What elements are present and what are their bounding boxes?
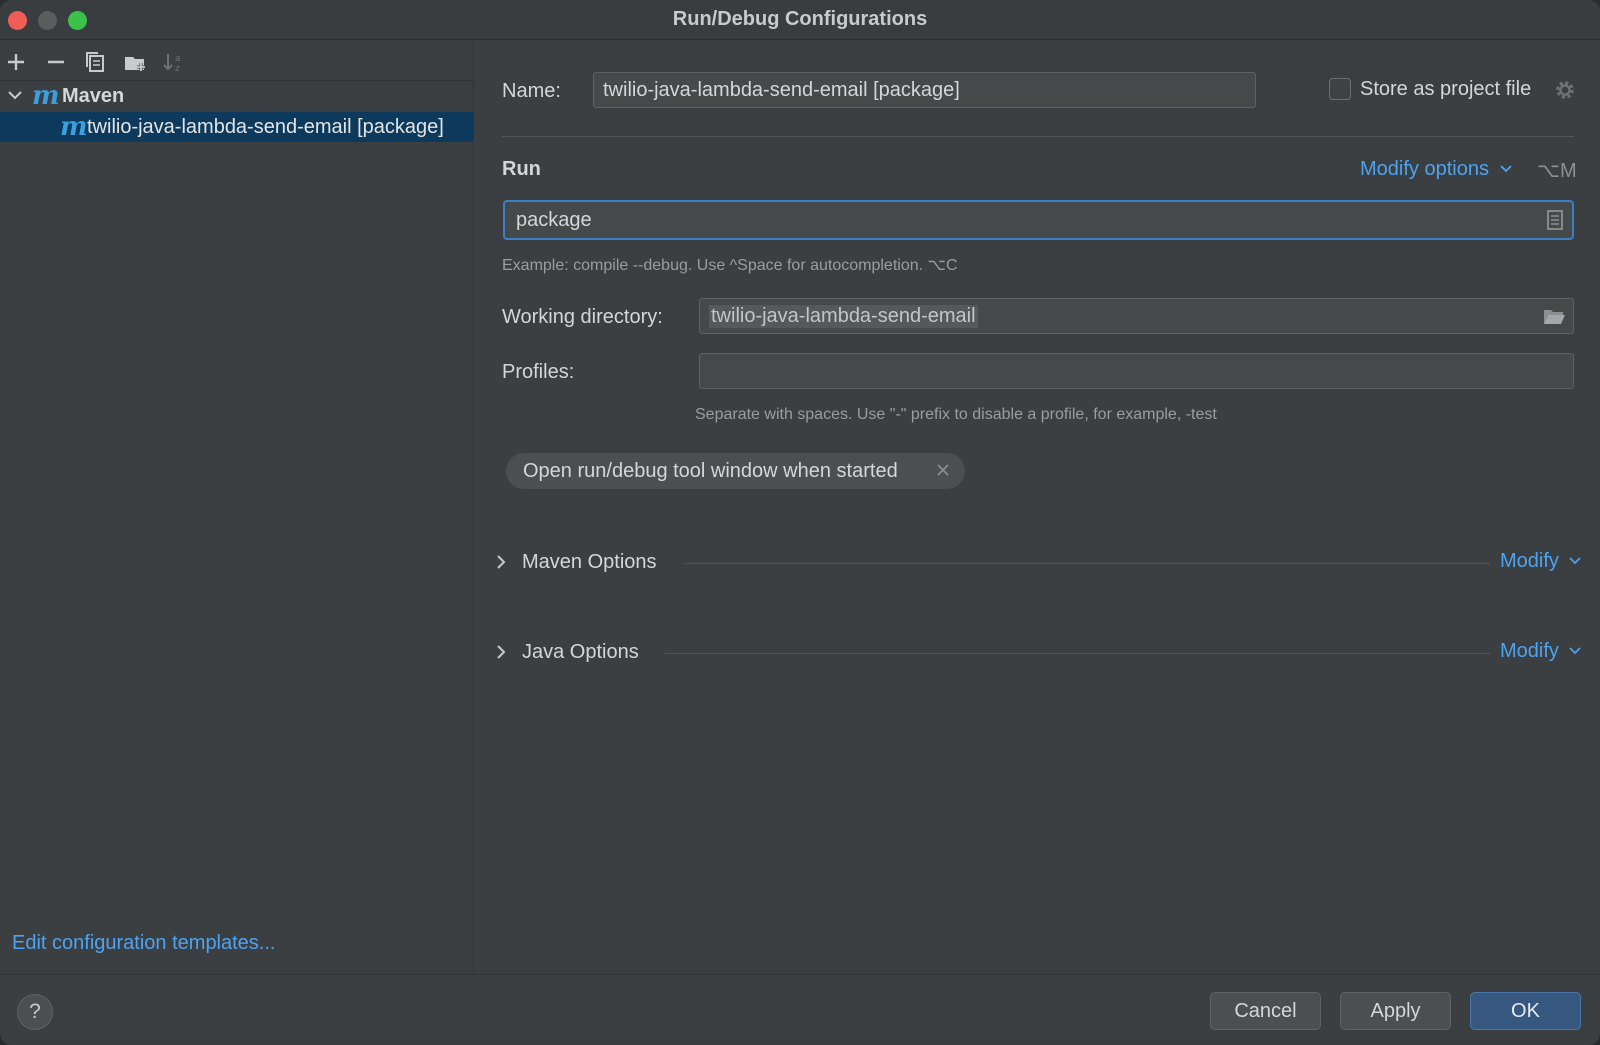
profiles-label: Profiles: — [502, 361, 575, 383]
maven-options-modify-label: Modify — [1500, 550, 1559, 572]
help-button[interactable]: ? — [17, 994, 53, 1030]
add-icon[interactable] — [3, 49, 29, 75]
cancel-button[interactable]: Cancel — [1210, 992, 1321, 1030]
sidebar-toolbar: a z — [0, 41, 474, 81]
maven-options-title[interactable]: Maven Options — [522, 551, 657, 574]
configuration-editor: Name: twilio-java-lambda-send-email [pac… — [475, 41, 1600, 974]
svg-text:a: a — [175, 54, 181, 64]
modify-options-label: Modify options — [1360, 158, 1489, 180]
svg-text:z: z — [175, 64, 180, 74]
command-line-value: package — [516, 208, 592, 231]
command-line-field[interactable]: package — [503, 200, 1574, 240]
chevron-down-icon — [1499, 165, 1512, 173]
store-as-project-file-checkbox[interactable] — [1329, 78, 1351, 100]
run-debug-dialog: Run/Debug Configurations a z m Maven m t… — [0, 0, 1600, 1045]
chevron-down-icon — [1569, 647, 1582, 655]
java-options-section: Java Options Modify — [492, 635, 1582, 671]
working-directory-value: twilio-java-lambda-send-email — [709, 304, 978, 328]
divider — [685, 563, 1490, 564]
expand-editor-icon[interactable] — [1546, 209, 1564, 231]
tree-item-configuration[interactable]: m twilio-java-lambda-send-email [package… — [0, 112, 474, 142]
apply-button[interactable]: Apply — [1340, 992, 1451, 1030]
name-label: Name: — [502, 80, 561, 102]
profiles-hint: Separate with spaces. Use "-" prefix to … — [695, 406, 1217, 423]
open-tool-window-option-chip[interactable]: Open run/debug tool window when started — [506, 453, 965, 489]
divider — [502, 136, 1574, 137]
folder-open-icon[interactable] — [1542, 305, 1566, 327]
maven-options-modify-link[interactable]: Modify — [1500, 550, 1582, 573]
java-options-title[interactable]: Java Options — [522, 641, 639, 664]
tree-item-label: twilio-java-lambda-send-email [package] — [87, 116, 444, 138]
folder-add-icon[interactable] — [122, 49, 148, 75]
divider — [665, 653, 1490, 654]
remove-icon[interactable] — [43, 49, 69, 75]
copy-icon[interactable] — [82, 49, 108, 75]
name-value: twilio-java-lambda-send-email [package] — [603, 78, 960, 101]
tree-group-label: Maven — [62, 85, 125, 107]
configurations-sidebar: a z m Maven m twilio-java-lambda-send-em… — [0, 41, 474, 974]
ok-button[interactable]: OK — [1470, 992, 1581, 1030]
working-directory-label: Working directory: — [502, 306, 663, 328]
chevron-right-icon[interactable] — [492, 642, 510, 662]
chevron-right-icon[interactable] — [492, 552, 510, 572]
gear-icon[interactable] — [1553, 78, 1577, 102]
working-directory-field[interactable]: twilio-java-lambda-send-email — [699, 298, 1574, 334]
open-tool-window-option-label: Open run/debug tool window when started — [523, 459, 898, 482]
chevron-down-icon[interactable] — [6, 85, 24, 105]
modify-options-shortcut: ⌥M — [1537, 160, 1577, 182]
store-as-project-file-label: Store as project file — [1360, 78, 1532, 100]
maven-icon: m — [32, 81, 60, 111]
java-options-modify-link[interactable]: Modify — [1500, 640, 1582, 663]
dialog-footer: ? Cancel Apply OK — [0, 974, 1600, 1045]
tree-group-maven[interactable]: m Maven — [0, 81, 474, 111]
edit-templates-link[interactable]: Edit configuration templates... — [12, 932, 275, 955]
close-icon[interactable] — [935, 462, 951, 478]
dialog-title: Run/Debug Configurations — [672, 8, 928, 30]
run-section-title: Run — [502, 158, 541, 180]
sort-icon[interactable]: a z — [161, 49, 187, 75]
java-options-modify-label: Modify — [1500, 640, 1559, 662]
maven-options-section: Maven Options Modify — [492, 545, 1582, 581]
title-bar: Run/Debug Configurations — [0, 0, 1600, 40]
name-field[interactable]: twilio-java-lambda-send-email [package] — [593, 72, 1256, 108]
chevron-down-icon — [1569, 557, 1582, 565]
modify-options-link[interactable]: Modify options — [1360, 158, 1513, 181]
profiles-field[interactable] — [699, 353, 1574, 389]
maven-icon: m — [60, 112, 88, 142]
command-line-hint: Example: compile --debug. Use ^Space for… — [502, 257, 958, 274]
